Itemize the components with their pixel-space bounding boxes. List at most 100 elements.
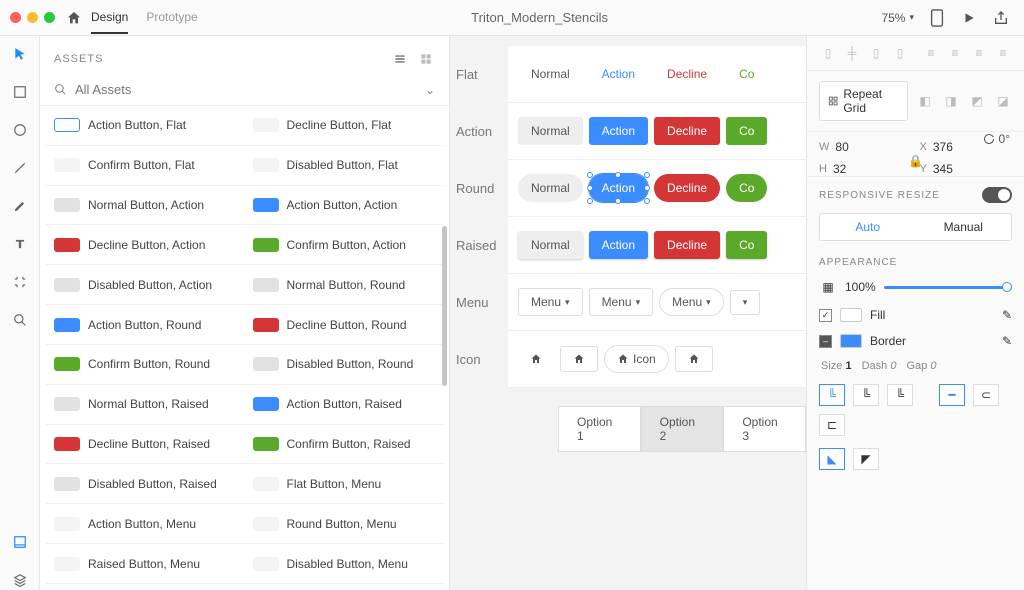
- asset-item[interactable]: Decline Button, Raised: [46, 425, 245, 465]
- border-dash[interactable]: 0: [890, 360, 896, 372]
- raised-confirm-button[interactable]: Co: [726, 231, 767, 259]
- asset-item[interactable]: Disabled Button, Round: [245, 345, 444, 385]
- asset-item[interactable]: Normal Button, Action: [46, 186, 245, 226]
- device-preview-icon[interactable]: [928, 9, 946, 27]
- home-icon[interactable]: [65, 9, 83, 27]
- round-decline-button[interactable]: Decline: [654, 174, 720, 202]
- zoom-tool-icon[interactable]: [10, 310, 30, 330]
- border-gap[interactable]: 0: [930, 360, 936, 372]
- asset-item[interactable]: Confirm Button, Round: [46, 345, 245, 385]
- rotation-value[interactable]: 0°: [999, 132, 1010, 146]
- raised-decline-button[interactable]: Decline: [654, 231, 720, 259]
- distribute-icon[interactable]: ≡: [970, 44, 988, 62]
- resize-handle[interactable]: [587, 185, 593, 191]
- menu-button-round[interactable]: Menu▾: [659, 288, 724, 316]
- boolean-exclude-icon[interactable]: ◪: [994, 92, 1012, 110]
- flat-decline-button[interactable]: Decline: [654, 60, 720, 88]
- maximize-icon[interactable]: [44, 12, 55, 23]
- share-icon[interactable]: [992, 9, 1010, 27]
- distribute-v-icon[interactable]: ≡: [946, 44, 964, 62]
- resize-handle[interactable]: [615, 172, 621, 178]
- action-normal-button[interactable]: Normal: [518, 117, 583, 145]
- round-confirm-button[interactable]: Co: [726, 174, 767, 202]
- raised-action-button[interactable]: Action: [589, 231, 648, 259]
- assets-search[interactable]: ⌄: [40, 74, 449, 106]
- border-checkbox[interactable]: –: [819, 335, 832, 348]
- asset-item[interactable]: Decline Button, Round: [245, 305, 444, 345]
- resize-handle[interactable]: [644, 172, 650, 178]
- stroke-center-icon[interactable]: ╚: [853, 384, 879, 406]
- asset-item[interactable]: Action Button, Round: [46, 305, 245, 345]
- stroke-inner-icon[interactable]: ╚: [819, 384, 845, 406]
- repeat-grid-button[interactable]: Repeat Grid: [819, 81, 908, 121]
- stroke-outer-icon[interactable]: ╚: [887, 384, 913, 406]
- resize-handle[interactable]: [644, 198, 650, 204]
- cap-round-icon[interactable]: ⊂: [973, 384, 999, 406]
- asset-item[interactable]: Action Button, Menu: [46, 504, 245, 544]
- resize-auto[interactable]: Auto: [820, 214, 916, 240]
- fill-swatch[interactable]: [840, 308, 862, 322]
- opacity-slider[interactable]: [884, 286, 1012, 289]
- round-normal-button[interactable]: Normal: [518, 174, 583, 202]
- responsive-toggle[interactable]: [982, 187, 1012, 203]
- action-decline-button[interactable]: Decline: [654, 117, 720, 145]
- align-right-icon[interactable]: ▯: [867, 44, 885, 62]
- x-input[interactable]: [933, 140, 973, 154]
- menu-button[interactable]: Menu▾: [589, 288, 654, 316]
- asset-item[interactable]: Action Button, Action: [245, 186, 444, 226]
- fill-checkbox[interactable]: ✓: [819, 309, 832, 322]
- distribute-icon[interactable]: ≡: [994, 44, 1012, 62]
- align-left-icon[interactable]: ▯: [819, 44, 837, 62]
- height-input[interactable]: [833, 162, 873, 176]
- slider-thumb[interactable]: [1002, 282, 1012, 292]
- artboard-tab[interactable]: Option 2: [641, 406, 724, 452]
- y-input[interactable]: [933, 162, 973, 176]
- text-tool-icon[interactable]: [10, 234, 30, 254]
- menu-button[interactable]: Menu▾: [518, 288, 583, 316]
- resize-handle[interactable]: [644, 185, 650, 191]
- resize-handle[interactable]: [587, 198, 593, 204]
- resize-handle[interactable]: [615, 198, 621, 204]
- asset-item[interactable]: Disabled Button, Raised: [46, 464, 245, 504]
- opacity-value[interactable]: 100%: [845, 280, 876, 294]
- asset-item[interactable]: Confirm Button, Flat: [46, 146, 245, 186]
- boolean-add-icon[interactable]: ◧: [916, 92, 934, 110]
- asset-item[interactable]: Action Button, Raised: [245, 385, 444, 425]
- assets-panel-icon[interactable]: [10, 532, 30, 552]
- rectangle-tool-icon[interactable]: [10, 82, 30, 102]
- asset-item[interactable]: Decline Button, Action: [46, 225, 245, 265]
- artboard-tab[interactable]: Option 1: [558, 406, 641, 452]
- action-action-button[interactable]: Action: [589, 117, 648, 145]
- chevron-down-icon[interactable]: ⌄: [425, 83, 435, 97]
- distribute-h-icon[interactable]: ≡: [922, 44, 940, 62]
- layers-panel-icon[interactable]: [10, 570, 30, 590]
- canvas[interactable]: Flat Normal Action Decline Co Action Nor…: [450, 36, 806, 590]
- pen-tool-icon[interactable]: [10, 196, 30, 216]
- raised-normal-button[interactable]: Normal: [518, 231, 583, 259]
- asset-item[interactable]: Round Button, Menu: [245, 504, 444, 544]
- asset-item[interactable]: Disabled Button, Action: [46, 265, 245, 305]
- play-icon[interactable]: [960, 9, 978, 27]
- list-view-icon[interactable]: [391, 50, 409, 68]
- eyedropper-icon[interactable]: ✎: [1002, 308, 1012, 322]
- asset-item[interactable]: Raised Button, Menu: [46, 544, 245, 584]
- eyedropper-icon[interactable]: ✎: [1002, 334, 1012, 348]
- resize-handle[interactable]: [587, 172, 593, 178]
- border-size[interactable]: 1: [845, 360, 851, 372]
- asset-item[interactable]: Confirm Button, Action: [245, 225, 444, 265]
- asset-item[interactable]: Action Button, Flat: [46, 106, 245, 146]
- asset-item[interactable]: Normal Button, Round: [245, 265, 444, 305]
- icon-button-round[interactable]: Icon: [604, 345, 669, 373]
- cap-square-icon[interactable]: ⊏: [819, 414, 845, 436]
- asset-item[interactable]: Disabled Button, Flat: [245, 146, 444, 186]
- asset-item[interactable]: Flat Button, Menu: [245, 464, 444, 504]
- join-round-icon[interactable]: ◤: [853, 448, 879, 470]
- icon-button[interactable]: [675, 346, 713, 372]
- tab-design[interactable]: Design: [91, 2, 128, 34]
- ellipse-tool-icon[interactable]: [10, 120, 30, 140]
- flat-normal-button[interactable]: Normal: [518, 60, 583, 88]
- action-confirm-button[interactable]: Co: [726, 117, 767, 145]
- join-miter-icon[interactable]: ◣: [819, 448, 845, 470]
- close-icon[interactable]: [10, 12, 21, 23]
- width-input[interactable]: [835, 140, 875, 154]
